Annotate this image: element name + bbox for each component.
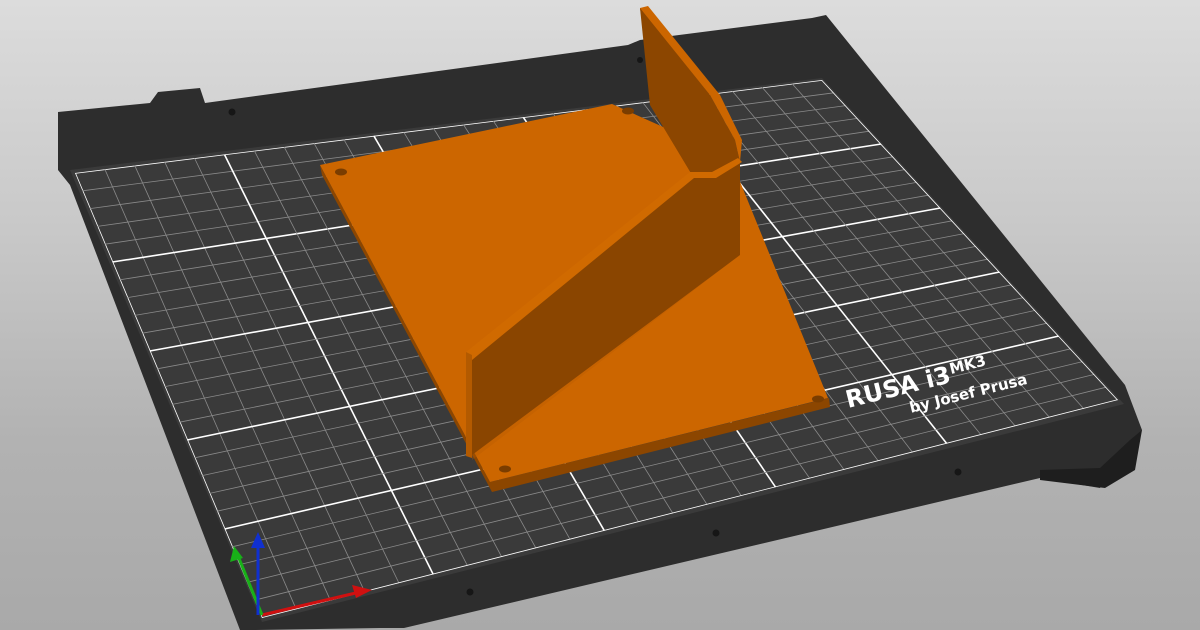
mount-hole-icon <box>335 168 347 176</box>
mount-hole-icon <box>812 395 824 403</box>
mount-hole-icon <box>622 107 634 115</box>
part-wall-long-end <box>466 352 472 458</box>
mount-hole-icon <box>228 108 236 116</box>
mount-hole-icon <box>954 468 962 476</box>
mount-hole-icon <box>637 57 643 63</box>
3d-viewport[interactable]: RUSA i3 MK3 by Josef Prusa <box>0 0 1200 630</box>
mount-hole-icon <box>499 465 511 473</box>
mount-hole-icon <box>712 529 720 537</box>
mount-hole-icon <box>466 588 474 596</box>
scene-canvas[interactable]: RUSA i3 MK3 by Josef Prusa <box>0 0 1200 630</box>
